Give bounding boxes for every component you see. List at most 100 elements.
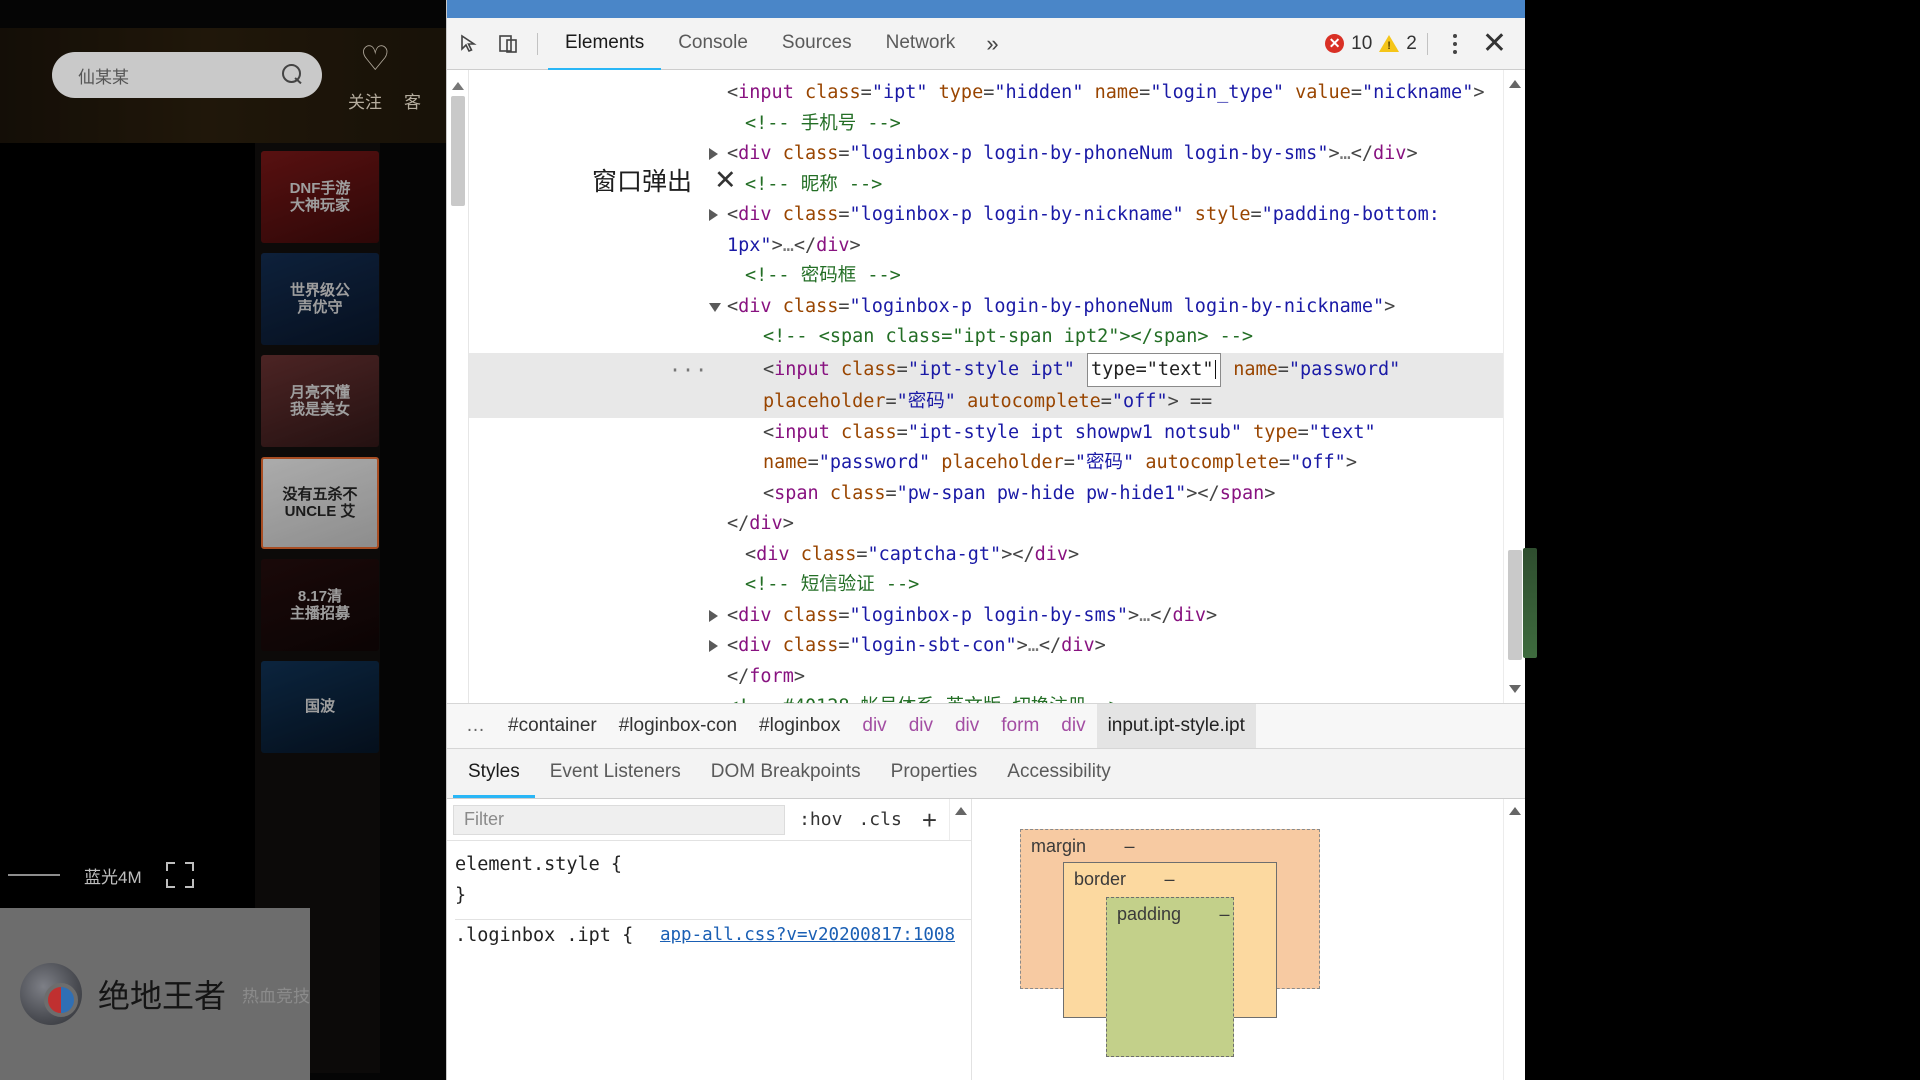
search-input-value[interactable]: 仙某某 <box>78 63 129 88</box>
fullscreen-icon[interactable] <box>165 862 194 888</box>
dom-token-attr: style <box>1183 204 1251 225</box>
tab-console[interactable]: Console <box>661 19 765 71</box>
dom-token-tag: div <box>749 513 783 534</box>
breadcrumb-item[interactable]: form <box>990 704 1050 748</box>
recommend-thumbnail[interactable]: 国波 <box>261 661 379 753</box>
dom-node-row[interactable]: <div class="loginbox-p login-by-nickname… <box>469 200 1525 261</box>
dom-node-row[interactable]: ··· <input class="ipt-style ipt" type="te… <box>469 352 1525 418</box>
box-model-border[interactable]: border – padding – <box>1063 862 1277 1057</box>
scroll-up-arrow-icon[interactable] <box>1509 807 1521 815</box>
tab-dom-breakpoints[interactable]: DOM Breakpoints <box>696 749 876 798</box>
issue-counts[interactable]: ✕ 10 2 <box>1325 33 1417 55</box>
breadcrumb-item[interactable]: … <box>455 704 497 748</box>
breadcrumb-item[interactable]: div <box>898 704 944 748</box>
box-model-padding-value[interactable]: – <box>1220 904 1230 924</box>
dom-node-row[interactable]: <span class="pw-span pw-hide pw-hide1"><… <box>469 479 1525 510</box>
heart-icon[interactable]: ♡ <box>360 42 390 76</box>
breadcrumb-item[interactable]: div <box>944 704 990 748</box>
dom-node-row[interactable]: <!-- <span class="ipt-span ipt2"></span>… <box>469 322 1525 353</box>
breadcrumb-item[interactable]: div <box>851 704 897 748</box>
scroll-up-arrow-icon[interactable] <box>452 82 464 90</box>
breadcrumb-item[interactable]: div <box>1050 704 1096 748</box>
attribute-edit-field[interactable]: type="text" <box>1087 352 1222 387</box>
close-icon[interactable]: ✕ <box>1472 28 1517 59</box>
chevron-right-icon[interactable] <box>709 209 718 221</box>
nav-item-guest[interactable]: 客 <box>404 88 421 113</box>
dom-token-punct: < <box>727 295 739 317</box>
hov-toggle[interactable]: :hov <box>791 809 850 830</box>
box-model-margin-value[interactable]: – <box>1124 836 1134 856</box>
box-model-margin[interactable]: margin – border – padding – <box>1020 829 1320 1057</box>
dom-token-attr: name <box>1083 82 1140 103</box>
breadcrumb-item[interactable]: #loginbox-con <box>608 704 748 748</box>
cursor-select-icon[interactable] <box>451 25 489 63</box>
dom-token-val: "loginbox-p login-by-phoneNum login-by-n… <box>849 295 1385 317</box>
scroll-up-arrow-icon[interactable] <box>1509 80 1521 88</box>
dom-node-row[interactable]: <input class="ipt" type="hidden" name="l… <box>469 78 1525 109</box>
dom-node-row[interactable]: <input class="ipt-style ipt showpw1 nots… <box>469 418 1525 479</box>
dom-token-punct: < <box>727 82 739 103</box>
dom-node-row[interactable]: <div class="loginbox-p login-by-sms">…</… <box>469 601 1525 632</box>
cls-toggle[interactable]: .cls <box>850 809 909 830</box>
styles-filter-input[interactable]: Filter <box>453 804 786 835</box>
style-rule[interactable]: .loginbox .ipt { app-all.css?v=v20200817:… <box>455 920 971 953</box>
chevron-down-icon[interactable] <box>709 302 721 312</box>
dom-token-ell: … <box>1139 604 1151 626</box>
new-style-rule-button[interactable]: + <box>910 807 949 833</box>
recommend-thumbnail[interactable]: DNF手游 大神玩家 <box>261 151 379 243</box>
style-rule-selector[interactable]: element.style { <box>455 849 622 880</box>
progress-bar[interactable] <box>8 874 60 876</box>
dom-tree-scrollbar[interactable] <box>1503 70 1525 703</box>
kebab-menu-icon[interactable] <box>1438 25 1472 63</box>
quality-label[interactable]: 蓝光4M <box>84 863 142 888</box>
dom-token-punct: < <box>745 543 757 565</box>
breadcrumb-item[interactable]: input.ipt-style.ipt <box>1096 704 1256 748</box>
dom-node-row[interactable]: <!-- #40128-帐号体系_英文版 切换注册--> <box>469 692 1525 703</box>
recommend-thumbnail[interactable]: 月亮不懂 我是美女 <box>261 355 379 447</box>
search-icon[interactable] <box>282 64 304 86</box>
scroll-up-arrow-icon[interactable] <box>955 807 967 815</box>
style-rule[interactable]: element.style {} <box>455 849 971 913</box>
style-rule-selector[interactable]: .loginbox .ipt { <box>455 920 633 951</box>
recommend-thumbnail[interactable]: 世界级公 声优守 <box>261 253 379 345</box>
box-model-border-value[interactable]: – <box>1164 869 1174 889</box>
recommend-thumbnail[interactable]: 8.17清 主播招募 <box>261 559 379 651</box>
recommend-thumbnail[interactable]: 没有五杀不 UNCLE 艾 <box>261 457 379 549</box>
dom-node-row[interactable]: <!-- 短信验证 --> <box>469 570 1525 601</box>
page-scroll-indicator[interactable] <box>1523 548 1537 658</box>
scroll-down-arrow-icon[interactable] <box>1509 685 1521 693</box>
chevron-right-icon[interactable] <box>709 609 718 622</box>
more-panels-icon[interactable]: » <box>972 31 1012 57</box>
box-model-padding[interactable]: padding – <box>1106 897 1234 1057</box>
dom-node-row[interactable]: <div class="captcha-gt"></div> <box>469 540 1525 571</box>
avatar[interactable] <box>20 963 82 1025</box>
dom-node-row[interactable]: </div> <box>469 509 1525 540</box>
styles-scrollbar[interactable] <box>949 799 971 840</box>
tab-accessibility[interactable]: Accessibility <box>992 749 1125 798</box>
device-toggle-icon[interactable] <box>489 25 527 63</box>
breadcrumb-item[interactable]: #loginbox <box>748 704 851 748</box>
chevron-right-icon[interactable] <box>709 148 718 160</box>
breadcrumb-item[interactable]: #container <box>497 704 608 748</box>
tab-properties[interactable]: Properties <box>876 749 993 798</box>
tab-event-listeners[interactable]: Event Listeners <box>535 749 696 798</box>
dom-node-row[interactable]: <!-- 手机号 --> <box>469 109 1525 140</box>
nav-item-follow[interactable]: 关注 <box>348 88 382 113</box>
dom-node-row[interactable]: <div class="loginbox-p login-by-phoneNum… <box>469 292 1525 323</box>
tab-sources[interactable]: Sources <box>765 19 869 71</box>
scrollbar-thumb[interactable] <box>1508 550 1522 660</box>
dom-node-row[interactable]: <!-- 密码框 --> <box>469 261 1525 292</box>
computed-scrollbar[interactable] <box>1503 799 1525 1080</box>
node-more-menu-icon[interactable]: ··· <box>669 355 708 386</box>
scrollbar-thumb-left[interactable] <box>451 96 465 206</box>
close-icon[interactable]: ✕ <box>714 165 737 196</box>
dom-node-row[interactable]: </form> <box>469 662 1525 693</box>
dom-node-row[interactable]: <div class="login-sbt-con">…</div> <box>469 631 1525 662</box>
tab-network[interactable]: Network <box>869 19 973 71</box>
style-rule-source-link[interactable]: app-all.css?v=v20200817:1008 <box>660 920 955 951</box>
site-search-box[interactable]: 仙某某 <box>52 52 322 98</box>
tab-styles[interactable]: Styles <box>453 749 535 798</box>
chevron-right-icon[interactable] <box>709 640 718 652</box>
dom-token-cmt: <!-- 短信验证 --> <box>745 574 920 595</box>
tab-elements[interactable]: Elements <box>548 19 662 71</box>
